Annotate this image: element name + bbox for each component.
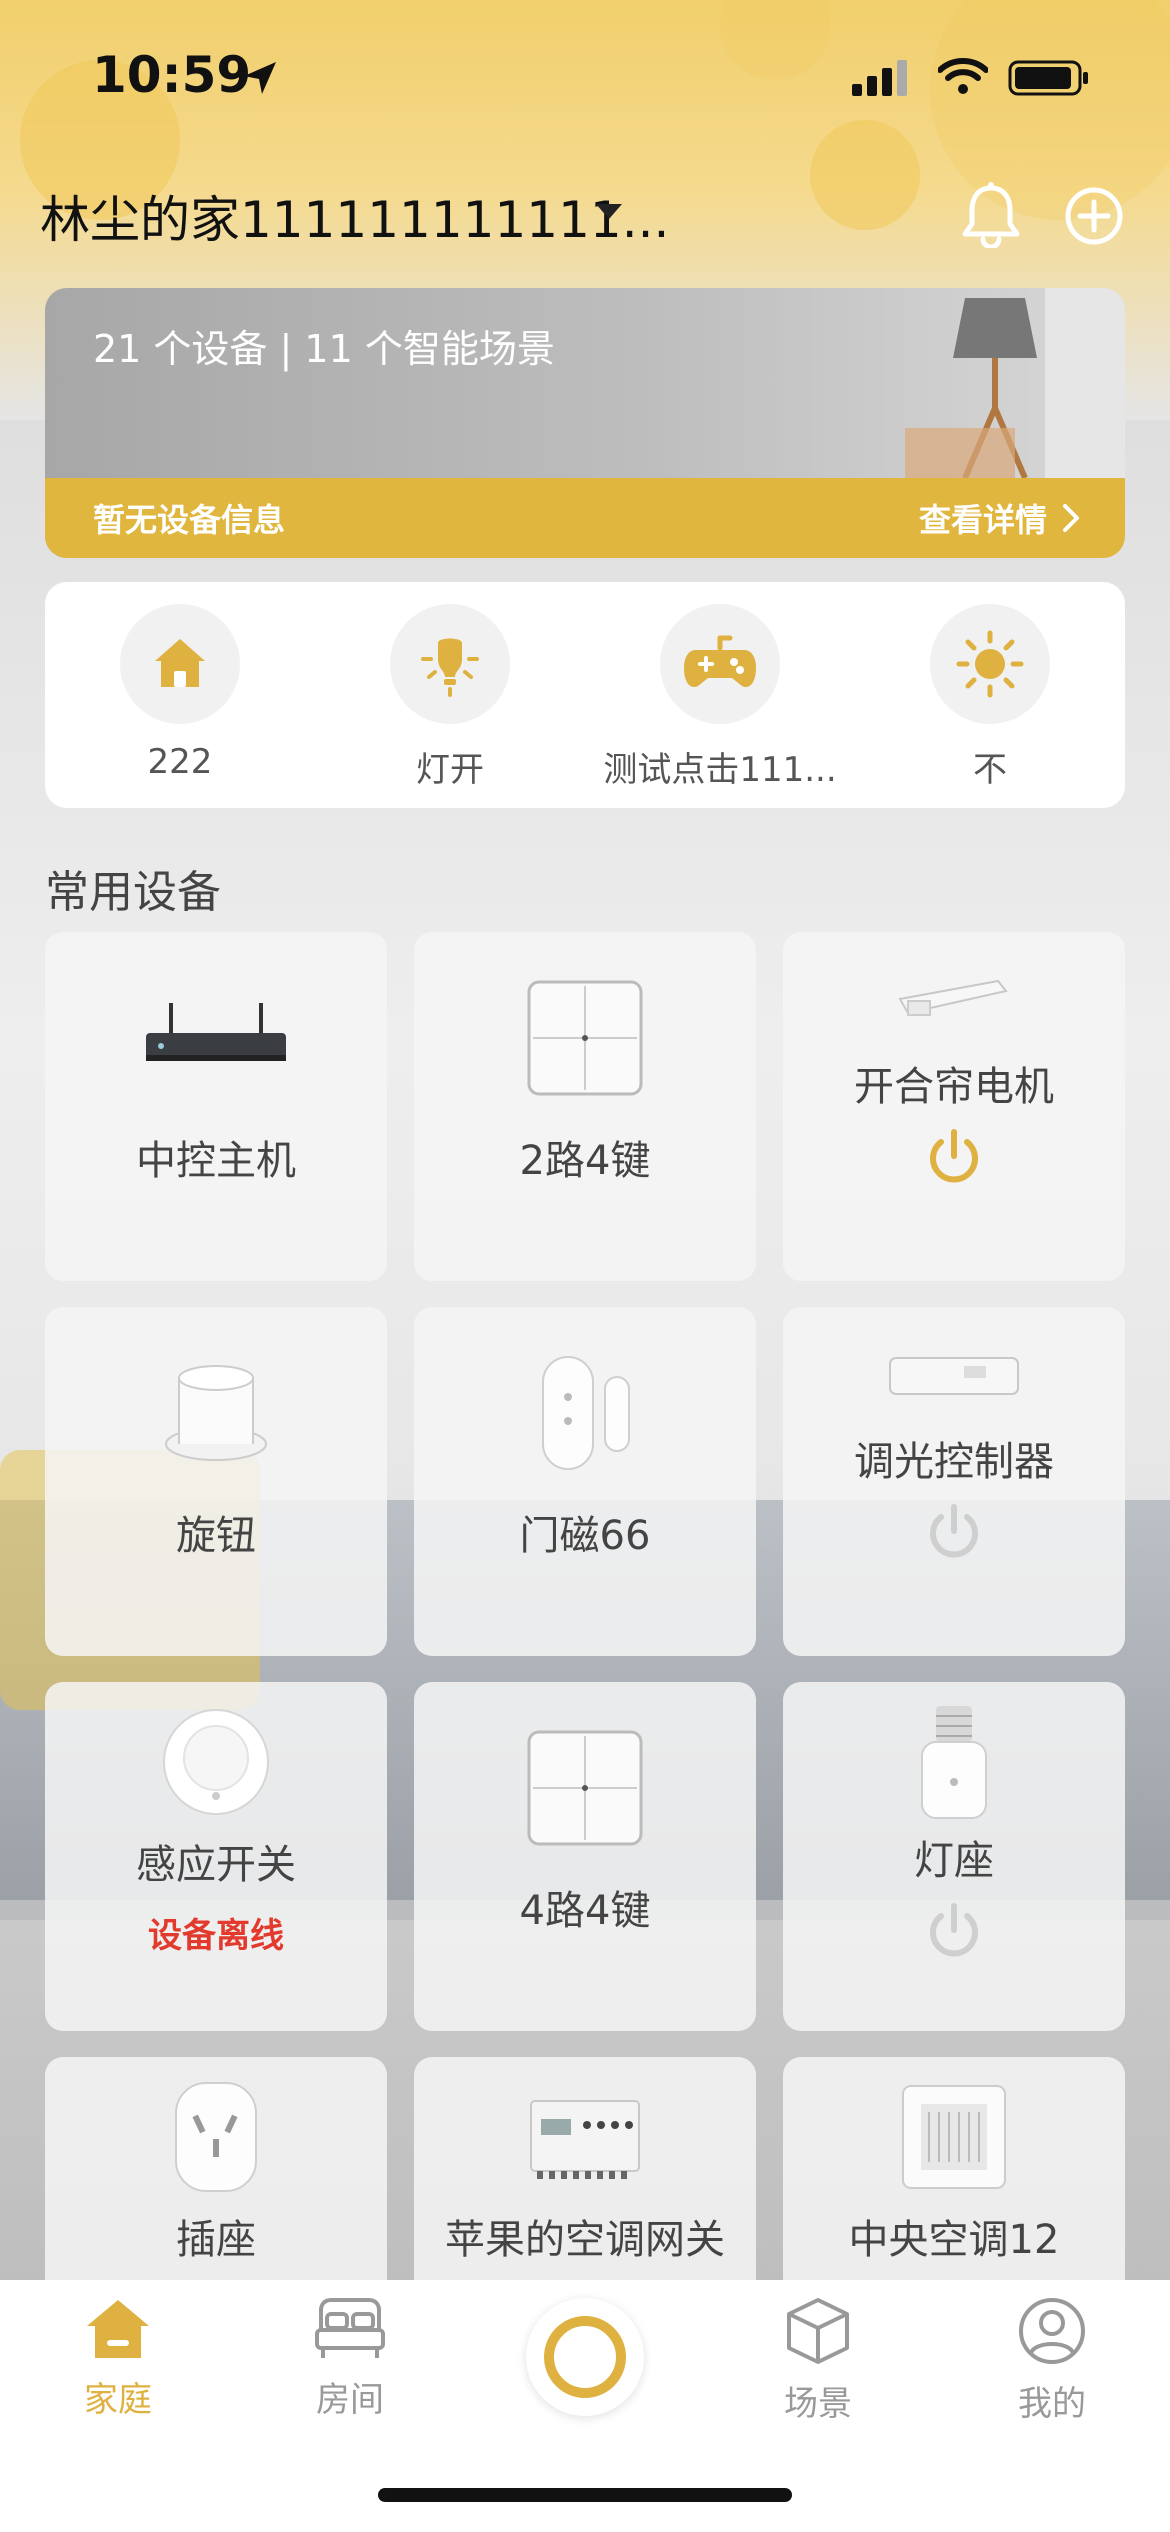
gamepad-icon: [660, 604, 780, 724]
device-name: 中央空调12: [848, 2217, 1060, 2263]
bell-icon[interactable]: [960, 182, 1022, 252]
power-icon[interactable]: [923, 1126, 985, 1192]
gateway-image: [141, 978, 291, 1098]
cellular-signal-icon: [852, 60, 912, 100]
tab-profile[interactable]: 我的: [982, 2296, 1122, 2425]
tab-label: 房间: [316, 2380, 384, 2420]
lamp-illustration: [895, 288, 1125, 488]
knob-image: [161, 1353, 271, 1473]
dimmer-image: [884, 1331, 1024, 1421]
tab-rooms[interactable]: 房间: [280, 2296, 420, 2421]
scene-label: 不: [973, 750, 1007, 790]
device-card[interactable]: 开合帘电机: [783, 932, 1125, 1281]
device-card[interactable]: 门磁66: [414, 1307, 756, 1656]
device-name: 门磁66: [519, 1513, 651, 1559]
device-name: 开合帘电机: [854, 1064, 1054, 1110]
bulb-icon: [390, 604, 510, 724]
banner-info-bar[interactable]: 暂无设备信息 查看详情: [45, 478, 1125, 558]
device-card[interactable]: 灯座: [783, 1682, 1125, 2031]
device-card[interactable]: 4路4键: [414, 1682, 756, 2031]
switch-panel-image: [527, 978, 643, 1098]
switch-panel-image: [527, 1728, 643, 1848]
scene-item[interactable]: 灯开: [315, 582, 585, 808]
motion-sensor-image: [160, 1702, 272, 1822]
center-action-button[interactable]: [526, 2298, 644, 2416]
scene-item[interactable]: 测试点击111...: [585, 582, 855, 808]
central-ac-image: [899, 2077, 1009, 2197]
scene-item[interactable]: 不: [855, 582, 1125, 808]
chevron-right-icon: [1063, 504, 1079, 532]
power-icon[interactable]: [923, 1900, 985, 1966]
battery-icon: [1008, 60, 1090, 100]
wifi-icon: [937, 56, 989, 100]
home-icon: [120, 604, 240, 724]
location-arrow-icon: [240, 58, 280, 102]
offline-status: 设备离线: [148, 1916, 284, 1956]
device-name: 感应开关: [136, 1842, 296, 1888]
tab-scenes[interactable]: 场景: [748, 2296, 888, 2425]
socket-image: [166, 2077, 266, 2197]
device-card[interactable]: 2路4键: [414, 932, 756, 1281]
device-grid: 中控主机 2路4键 开合帘电机 旋钮 门磁66 调光控制器 感应开关 设备离线 …: [45, 932, 1125, 2406]
device-name: 4路4键: [519, 1888, 651, 1934]
ac-gateway-image: [525, 2077, 645, 2197]
ring-icon: [544, 2316, 626, 2398]
status-time: 10:59: [92, 46, 252, 104]
tab-home[interactable]: 家庭: [48, 2296, 188, 2421]
scene-label: 测试点击111...: [603, 750, 837, 790]
home-indicator[interactable]: [378, 2488, 792, 2502]
device-name: 插座: [176, 2217, 256, 2263]
device-name: 调光控制器: [854, 1439, 1054, 1485]
profile-icon: [1019, 2298, 1085, 2364]
device-card[interactable]: 感应开关 设备离线: [45, 1682, 387, 2031]
bed-icon: [315, 2298, 385, 2358]
device-name: 苹果的空调网关: [445, 2217, 725, 2263]
chevron-down-icon[interactable]: [596, 204, 622, 219]
device-scene-count: 21 个设备 | 11 个智能场景: [93, 327, 555, 371]
home-selector[interactable]: 林尘的家111111111111...: [40, 180, 669, 252]
home-header: 林尘的家111111111111...: [0, 170, 1170, 260]
status-bar: 10:59: [0, 0, 1170, 150]
home-summary-banner[interactable]: 21 个设备 | 11 个智能场景 暂无设备信息 查看详情: [45, 288, 1125, 558]
curtain-motor-image: [894, 956, 1014, 1046]
device-name: 中控主机: [136, 1138, 296, 1184]
scene-label: 灯开: [416, 750, 484, 790]
cube-icon: [787, 2298, 849, 2364]
device-card[interactable]: 调光控制器: [783, 1307, 1125, 1656]
tab-label: 家庭: [84, 2380, 152, 2420]
lamp-holder-image: [914, 1702, 994, 1822]
scene-label: 222: [147, 742, 213, 782]
device-name: 灯座: [914, 1838, 994, 1884]
view-details-link[interactable]: 查看详情: [919, 495, 1081, 541]
add-icon[interactable]: [1064, 186, 1124, 250]
tab-label: 我的: [1018, 2384, 1086, 2424]
sun-icon: [930, 604, 1050, 724]
scene-item[interactable]: 222: [45, 582, 315, 808]
scene-shortcuts: 222 灯开 测试点击111... 不: [45, 582, 1125, 808]
device-name: 2路4键: [519, 1138, 651, 1184]
device-card[interactable]: 旋钮: [45, 1307, 387, 1656]
tab-label: 场景: [784, 2384, 852, 2424]
section-title: 常用设备: [45, 867, 221, 918]
device-card[interactable]: 中控主机: [45, 932, 387, 1281]
home-tab-icon: [87, 2300, 149, 2358]
door-sensor-image: [525, 1353, 645, 1473]
view-details-label: 查看详情: [918, 501, 1047, 539]
device-name: 旋钮: [176, 1513, 256, 1559]
power-icon[interactable]: [923, 1501, 985, 1567]
no-device-info-text: 暂无设备信息: [93, 501, 286, 539]
